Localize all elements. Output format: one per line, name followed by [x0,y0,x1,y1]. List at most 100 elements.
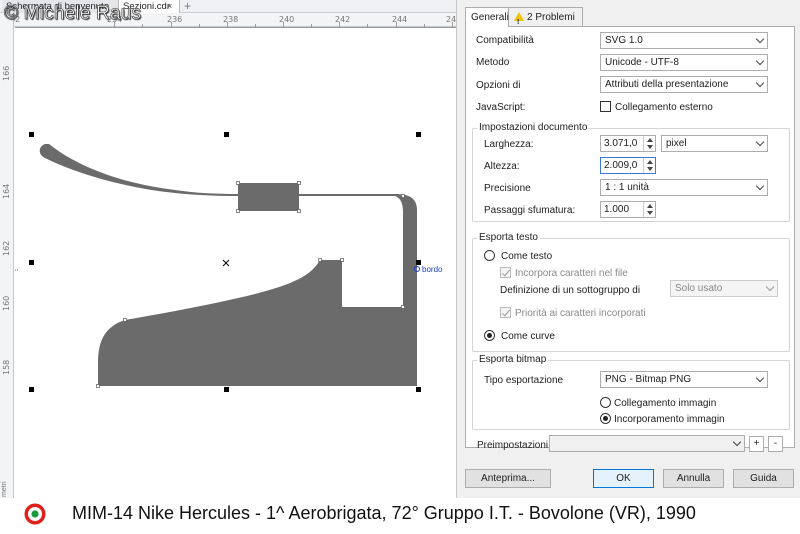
subset-value: Solo usato [675,283,723,294]
embed-chars-label: Incorpora caratteri nel file [515,268,628,279]
height-input[interactable]: 2.009,0 [600,157,656,174]
chevron-down-icon [765,282,775,292]
chevron-down-icon [755,56,765,66]
ruler-v-label: 158 [2,359,11,375]
link-image-radio[interactable] [600,397,611,408]
method-label: Metodo [476,57,510,68]
precision-dropdown[interactable]: 1 : 1 unità [600,179,768,196]
preview-button[interactable]: Anteprima... [465,469,551,488]
export-text-title: Esporta testo [477,232,540,243]
width-input[interactable]: 3.071,0 [600,135,656,152]
tab-problems-label: 2 Problemi [527,12,575,23]
italian-roundel-icon [24,503,46,525]
compat-label: Compatibilità [476,35,534,46]
spin-down-icon[interactable] [647,145,653,149]
height-stepper[interactable] [643,158,655,173]
external-link-checkbox[interactable] [600,101,611,112]
compat-value: SVG 1.0 [605,35,643,46]
export-type-value: PNG - Bitmap PNG [605,374,692,385]
help-button[interactable]: Guida [733,469,794,488]
external-link-label: Collegamento esterno [615,102,713,113]
vertical-ruler[interactable]: 166 164 162 160 158 [0,13,14,498]
svg-export-dialog: Generali 2 Problemi Compatibilità SVG 1.… [456,0,800,498]
document-tab-bar: Schermata di benvenuto Sezioni.cdr × + [0,0,460,13]
spin-up-icon[interactable] [647,204,653,208]
spin-down-icon[interactable] [647,167,653,171]
dialog-panel-general: Compatibilità SVG 1.0 Metodo Unicode - U… [465,26,795,448]
subset-dropdown[interactable]: Solo usato [670,280,778,297]
unit-dropdown[interactable]: pixel [661,135,768,152]
steps-stepper[interactable] [643,202,655,217]
method-dropdown[interactable]: Unicode - UTF-8 [600,54,768,71]
warning-icon [514,12,524,32]
base-shape[interactable] [98,212,417,386]
options-label: Opzioni di [476,80,521,91]
remove-preset-button[interactable]: - [768,436,783,452]
export-bitmap-title: Esporta bitmap [477,354,549,365]
chevron-down-icon [755,137,765,147]
ruler-v-label: 164 [2,183,11,199]
precision-value: 1 : 1 unità [605,182,649,193]
tab-problems[interactable]: 2 Problemi [509,7,583,32]
close-icon[interactable]: × [167,1,172,11]
spin-down-icon[interactable] [647,211,653,215]
tab-file-label: Sezioni.cdr [123,1,170,12]
presets-dropdown[interactable] [549,435,745,452]
as-text-label: Come testo [501,251,553,262]
cancel-button[interactable]: Annulla [663,469,724,488]
height-value: 2.009,0 [604,160,638,171]
width-value: 3.071,0 [604,138,638,149]
spin-up-icon[interactable] [647,160,653,164]
horizontal-ruler[interactable]: 232 234 236 238 240 242 244 246 [5,13,461,27]
embed-image-label: Incorporamento immagini [614,414,724,425]
drawing-canvas[interactable] [15,28,460,498]
snap-tooltip: bordo [422,265,443,274]
add-tab-icon[interactable]: + [184,0,191,12]
caption-text: MIM-14 Nike Hercules - 1^ Aerobrigata, 7… [72,503,696,523]
ruler-v-label: 166 [2,65,11,81]
ruler-h-ticks [114,22,453,27]
compat-dropdown[interactable]: SVG 1.0 [600,32,768,49]
embed-chars-checkbox[interactable] [500,267,511,278]
priority-label: Priorità ai caratteri incorporati [515,308,646,319]
export-type-dropdown[interactable]: PNG - Bitmap PNG [600,371,768,388]
embed-image-radio[interactable] [600,413,611,424]
width-stepper[interactable] [643,136,655,151]
drawing-svg [15,132,421,392]
steps-label: Passaggi sfumatura: [484,205,576,216]
chevron-down-icon [755,181,765,191]
link-image-label: Collegamento immagin [614,398,717,409]
javascript-label: JavaScript: [476,102,526,113]
height-label: Altezza: [484,161,520,172]
unit-value: pixel [666,138,687,149]
chevron-down-icon [755,34,765,44]
center-marker[interactable] [222,259,230,267]
tab-welcome-screen[interactable]: Schermata di benvenuto [2,0,118,13]
subset-label: Definizione di un sottogruppo di [500,285,641,296]
steps-input[interactable]: 1.000 [600,201,656,218]
as-curves-label: Come curve [501,331,555,342]
chevron-down-icon [755,373,765,383]
options-value: Attributi della presentazione [605,79,729,90]
tab-general[interactable]: Generali [465,7,509,27]
ruler-unit-label: metri [1,481,8,497]
as-text-radio[interactable] [484,250,495,261]
doc-settings-title: Impostazioni documento [477,122,590,133]
ruler-v-label: 160 [2,295,11,311]
as-curves-radio[interactable] [484,330,495,341]
steps-value: 1.000 [604,204,630,215]
chevron-down-icon [732,437,742,447]
add-preset-button[interactable]: + [749,436,764,452]
coreldraw-window: Schermata di benvenuto Sezioni.cdr × + 2… [0,0,800,498]
priority-checkbox[interactable] [500,307,511,318]
chevron-down-icon [755,78,765,88]
presets-label: Preimpostazioni [477,440,549,451]
precision-label: Precisione [484,183,531,194]
upper-arm-shape[interactable] [39,144,417,213]
width-label: Larghezza: [484,139,534,150]
ok-button[interactable]: OK [593,469,654,488]
export-type-label: Tipo esportazione [484,375,564,386]
ruler-v-label: 162 [2,240,11,256]
options-dropdown[interactable]: Attributi della presentazione [600,76,768,93]
spin-up-icon[interactable] [647,138,653,142]
